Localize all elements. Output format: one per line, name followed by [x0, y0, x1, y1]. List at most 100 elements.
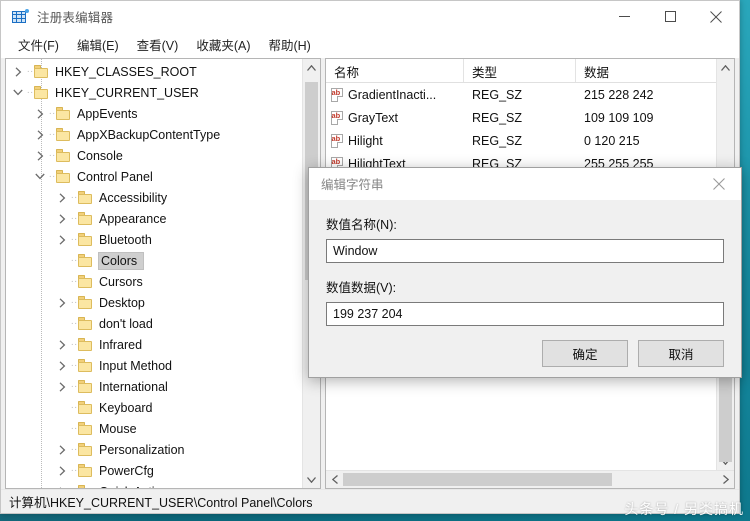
tree-connector: ··: [70, 296, 78, 308]
tree-item-international[interactable]: ·· International: [6, 376, 302, 397]
folder-icon: [78, 401, 94, 414]
column-header-type[interactable]: 类型: [464, 59, 576, 82]
column-header-data[interactable]: 数据: [576, 59, 716, 82]
chevron-right-icon[interactable]: [54, 192, 70, 203]
folder-icon: [78, 296, 94, 309]
minimize-icon[interactable]: [601, 1, 647, 32]
window-titlebar: 注册表编辑器: [1, 1, 739, 32]
chevron-right-icon[interactable]: [54, 213, 70, 224]
edit-string-dialog: 编辑字符串 数值名称(N): Window 数值数据(V): 199 237 2…: [308, 167, 742, 378]
tree-connector: ··: [70, 275, 78, 287]
cancel-button[interactable]: 取消: [638, 340, 724, 367]
ok-button[interactable]: 确定: [542, 340, 628, 367]
tree-item-label: Mouse: [99, 421, 137, 436]
maximize-icon[interactable]: [647, 1, 693, 32]
tree-item-desktop[interactable]: ·· Desktop: [6, 292, 302, 313]
close-icon[interactable]: [697, 168, 741, 199]
registry-tree-pane: ·· HKEY_CLASSES_ROOT ·· HKEY_CURRENT_USER ··…: [5, 58, 321, 489]
value-name-cell: ab Hilight: [326, 133, 464, 148]
tree-item-label: Control Panel: [77, 169, 153, 184]
chevron-right-icon[interactable]: [54, 339, 70, 350]
string-value-icon: ab: [330, 133, 344, 148]
tree-item-label: Input Method: [99, 358, 172, 373]
tree-connector: ··: [70, 464, 78, 476]
folder-icon: [34, 86, 50, 99]
tree-connector: ··: [48, 170, 56, 182]
tree-item-colors[interactable]: ·· Colors: [6, 250, 302, 271]
tree-item-cursors[interactable]: ·· Cursors: [6, 271, 302, 292]
tree-item-don-t-load[interactable]: ·· don't load: [6, 313, 302, 334]
values-column-headers: 名称 类型 数据: [326, 59, 716, 83]
table-row[interactable]: ab Hilight REG_SZ 0 120 215: [326, 129, 716, 152]
scroll-up-icon[interactable]: [717, 59, 734, 76]
chevron-right-icon[interactable]: [54, 360, 70, 371]
scroll-left-icon[interactable]: [326, 471, 343, 488]
statusbar-path: 计算机\HKEY_CURRENT_USER\Control Panel\Colo…: [9, 496, 313, 510]
chevron-right-icon[interactable]: [10, 66, 26, 77]
tree-item-appevents[interactable]: ·· AppEvents: [6, 103, 302, 124]
value-name-input[interactable]: Window: [326, 239, 724, 263]
menu-item-file[interactable]: 文件(F): [9, 32, 68, 57]
column-header-name[interactable]: 名称: [326, 59, 464, 82]
table-row[interactable]: ab GradientInacti... REG_SZ 215 228 242: [326, 83, 716, 106]
tree-item-label: HKEY_CLASSES_ROOT: [55, 64, 197, 79]
tree-connector: ··: [70, 191, 78, 203]
watermark: 头条号 / 另类搞机: [624, 501, 744, 517]
scroll-right-icon[interactable]: [717, 471, 734, 488]
scroll-down-icon[interactable]: [303, 471, 320, 488]
chevron-right-icon[interactable]: [32, 129, 48, 140]
tree-item-accessibility[interactable]: ·· Accessibility: [6, 187, 302, 208]
value-name-text: Hilight: [348, 133, 383, 148]
registry-tree[interactable]: ·· HKEY_CLASSES_ROOT ·· HKEY_CURRENT_USER ··…: [6, 59, 302, 488]
tree-item-appearance[interactable]: ·· Appearance: [6, 208, 302, 229]
menu-item-view[interactable]: 查看(V): [128, 32, 188, 57]
tree-item-appxbackupcontenttype[interactable]: ·· AppXBackupContentType: [6, 124, 302, 145]
list-horizontal-scrollbar[interactable]: [326, 470, 734, 488]
tree-item-console[interactable]: ·· Console: [6, 145, 302, 166]
menu-item-favorites[interactable]: 收藏夹(A): [187, 32, 259, 57]
scroll-up-icon[interactable]: [303, 59, 320, 76]
chevron-right-icon[interactable]: [54, 444, 70, 455]
tree-item-control-panel[interactable]: ·· Control Panel: [6, 166, 302, 187]
tree-item-bluetooth[interactable]: ·· Bluetooth: [6, 229, 302, 250]
tree-item-powercfg[interactable]: ·· PowerCfg: [6, 460, 302, 481]
menu-item-edit[interactable]: 编辑(E): [68, 32, 128, 57]
hscroll-thumb[interactable]: [343, 473, 613, 486]
list-scroll-thumb[interactable]: [719, 376, 732, 462]
chevron-right-icon[interactable]: [54, 381, 70, 392]
chevron-right-icon[interactable]: [54, 297, 70, 308]
registry-editor-icon: [12, 8, 29, 25]
dialog-title: 编辑字符串: [321, 178, 384, 192]
value-data-input[interactable]: 199 237 204: [326, 302, 724, 326]
tree-item-input-method[interactable]: ·· Input Method: [6, 355, 302, 376]
folder-icon: [78, 317, 94, 330]
tree-item-personalization[interactable]: ·· Personalization: [6, 439, 302, 460]
tree-item-hkey-classes-root[interactable]: ·· HKEY_CLASSES_ROOT: [6, 61, 302, 82]
tree-item-label: Cursors: [99, 274, 143, 289]
string-value-icon: ab: [330, 87, 344, 102]
table-row[interactable]: ab GrayText REG_SZ 109 109 109: [326, 106, 716, 129]
tree-item-infrared[interactable]: ·· Infrared: [6, 334, 302, 355]
chevron-down-icon[interactable]: [10, 89, 26, 96]
chevron-right-icon[interactable]: [54, 486, 70, 488]
tree-item-keyboard[interactable]: ·· Keyboard: [6, 397, 302, 418]
tree-connector: ··: [70, 338, 78, 350]
tree-item-mouse[interactable]: ·· Mouse: [6, 418, 302, 439]
folder-icon: [56, 170, 72, 183]
chevron-right-icon[interactable]: [32, 150, 48, 161]
chevron-right-icon[interactable]: [54, 465, 70, 476]
chevron-right-icon[interactable]: [32, 108, 48, 119]
close-icon[interactable]: [693, 1, 739, 32]
dialog-body: 数值名称(N): Window 数值数据(V): 199 237 204 确定 …: [309, 200, 741, 383]
folder-icon: [78, 338, 94, 351]
tree-item-label: Colors: [97, 251, 145, 270]
chevron-right-icon[interactable]: [54, 234, 70, 245]
menu-item-help[interactable]: 帮助(H): [259, 32, 319, 57]
tree-item-quick-actions[interactable]: ·· Quick Actions: [6, 481, 302, 488]
value-data-cell: 0 120 215: [584, 133, 640, 148]
menubar: 文件(F) 编辑(E) 查看(V) 收藏夹(A) 帮助(H): [1, 32, 739, 58]
tree-item-hkey-current-user[interactable]: ·· HKEY_CURRENT_USER: [6, 82, 302, 103]
hscroll-track[interactable]: [343, 471, 717, 488]
tree-item-label: Personalization: [99, 442, 185, 457]
chevron-down-icon[interactable]: [32, 173, 48, 180]
